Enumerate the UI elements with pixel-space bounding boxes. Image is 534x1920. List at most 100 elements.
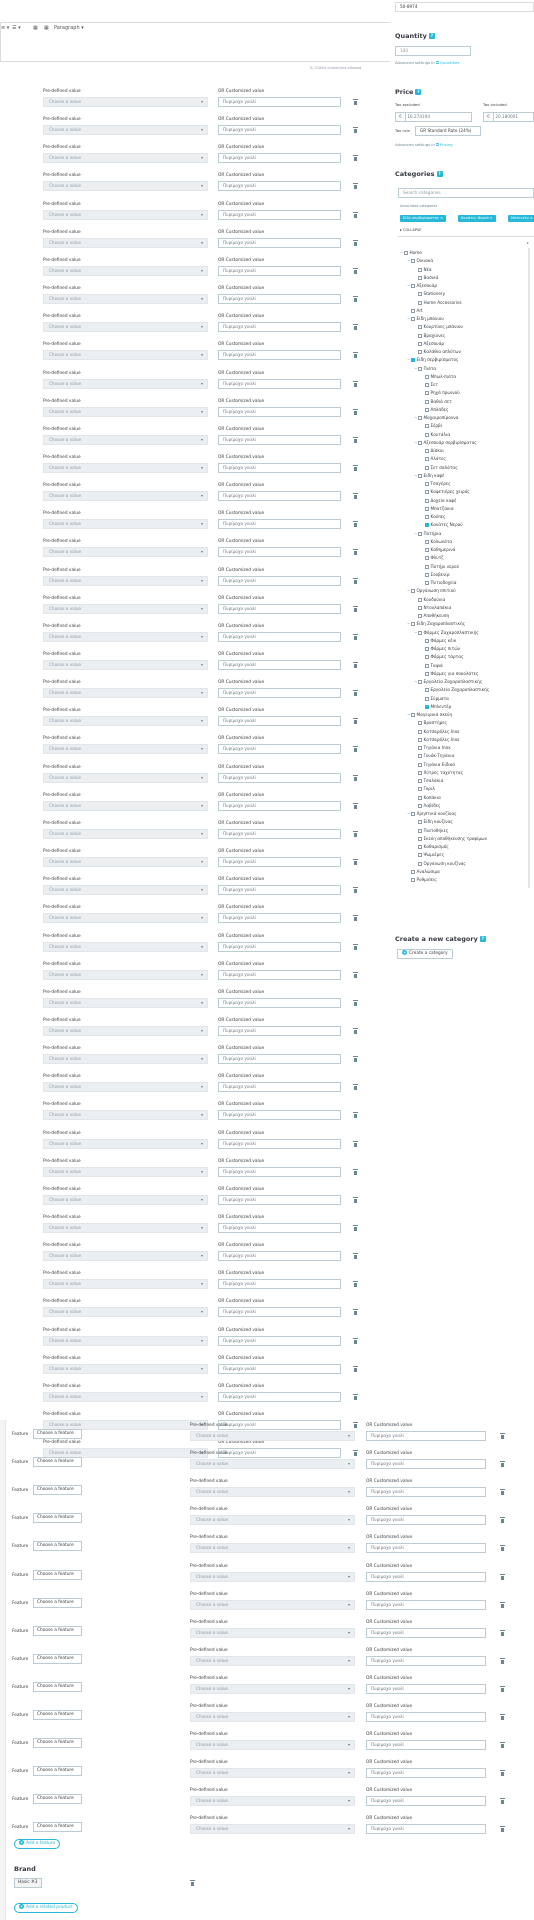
category-checkbox[interactable] [418,787,422,792]
predefined-value-select[interactable]: Choose a value ▾ [43,773,208,783]
category-checkbox[interactable] [425,498,429,503]
category-tree-item[interactable]: Καλάθια απλύτων [400,348,489,356]
predefined-value-select[interactable]: Choose a value ▾ [43,829,208,839]
category-checkbox[interactable] [425,383,429,387]
category-checkbox[interactable] [425,556,429,561]
category-tree-item[interactable]: − Πιάτα [400,365,489,373]
customized-value-input[interactable]: Πυρίμαχο γυαλί [218,1307,341,1317]
customized-value-input[interactable]: Πυρίμαχο γυαλί [218,1223,341,1233]
delete-feature-icon[interactable] [353,1225,358,1231]
category-checkbox[interactable] [411,713,415,717]
category-tree-item[interactable]: − Εργαλεία Ζαχαροπλαστικής [400,678,489,686]
category-checkbox[interactable] [418,341,422,346]
feature-select[interactable]: Choose a feature [33,1429,82,1439]
category-tree-item[interactable]: Κατσαρόλες Inox [400,728,489,736]
category-checkbox[interactable] [418,729,422,734]
quantities-link[interactable]: ⧉ Quantities [436,60,459,65]
category-checkbox[interactable] [418,828,422,833]
category-checkbox[interactable] [425,482,429,486]
category-tree-item[interactable]: Κατσαρόλες Inox [400,736,489,744]
predefined-value-select[interactable]: Choose a value ▾ [43,350,208,360]
price-tax-included-input[interactable]: € 20.180001 [483,112,534,122]
category-checkbox[interactable] [418,721,422,726]
category-tree-item[interactable]: Καθαρισμός [400,843,489,851]
price-tax-excluded-input[interactable]: € 16.274194 [395,112,472,122]
category-checkbox[interactable] [425,564,429,569]
category-checkbox[interactable] [425,663,429,668]
category-checkbox[interactable] [418,861,422,866]
delete-feature-icon[interactable] [353,690,358,696]
delete-feature-icon[interactable] [353,240,358,246]
category-checkbox[interactable] [418,416,422,420]
category-tree-item[interactable]: Φόρμες για σοκολάτες [400,670,489,678]
category-checkbox[interactable] [425,465,429,470]
category-checkbox[interactable] [425,696,429,701]
predefined-value-select[interactable]: Choose a value ▾ [190,1600,355,1610]
category-tree-item[interactable]: − Home [400,249,489,257]
predefined-value-select[interactable]: Choose a value ▾ [43,885,208,895]
category-checkbox[interactable] [425,506,429,511]
predefined-value-select[interactable]: Choose a value ▾ [190,1628,355,1638]
delete-feature-icon[interactable] [353,944,358,950]
feature-select[interactable]: Choose a feature [33,1485,82,1495]
customized-value-input[interactable]: Πυρίμαχο γυαλί [218,857,341,867]
category-checkbox[interactable] [411,358,415,363]
delete-feature-icon[interactable] [353,1253,358,1259]
customized-value-input[interactable]: Πυρίμαχο γυαλί [218,547,341,557]
customized-value-input[interactable]: Πυρίμαχο γυαλί [366,1515,486,1525]
category-checkbox[interactable] [418,333,422,338]
customized-value-input[interactable]: Πυρίμαχο γυαλί [218,660,341,670]
category-tree-item[interactable]: Home Accessories [400,299,489,307]
category-tree-item[interactable]: Τσαγέρες [400,480,489,488]
delete-feature-icon[interactable] [353,521,358,527]
category-tree-item[interactable]: Καφετιέρες χειρός [400,488,489,496]
customized-value-input[interactable]: Πυρίμαχο γυαλί [218,942,341,952]
category-checkbox[interactable] [418,680,422,684]
category-chip-3[interactable]: Μπλεντέρ × [508,215,534,222]
customized-value-input[interactable]: Πυρίμαχο γυαλί [218,716,341,726]
category-checkbox[interactable] [418,614,422,618]
category-tree-item[interactable]: Εργαλεία Ζαχαροπλαστικής [400,686,489,694]
predefined-value-select[interactable]: Choose a value ▾ [43,1307,208,1317]
category-checkbox[interactable] [418,350,422,354]
category-tree-item[interactable]: Πιατοθήκες [400,827,489,835]
delete-feature-icon[interactable] [353,268,358,274]
customized-value-input[interactable]: Πυρίμαχο γυαλί [218,632,341,642]
tree-scroll-indicator[interactable]: ▸ [527,240,529,245]
predefined-value-select[interactable]: Choose a value ▾ [190,1656,355,1666]
delete-feature-icon[interactable] [353,381,358,387]
category-tree-item[interactable]: Αλάτες [400,455,489,463]
customized-value-input[interactable]: Πυρίμαχο γυαλί [218,744,341,754]
category-tree-item[interactable]: Σουβενίρ [400,571,489,579]
customized-value-input[interactable]: Πυρίμαχο γυαλί [366,1768,486,1778]
category-tree-item[interactable]: Νέα [400,266,489,274]
predefined-value-select[interactable]: Choose a value ▾ [43,1392,208,1402]
feature-select[interactable]: Choose a feature [33,1570,82,1580]
feature-select[interactable]: Choose a feature [33,1457,82,1467]
feature-select[interactable]: Choose a feature [33,1513,82,1523]
customized-value-input[interactable]: Πυρίμαχο γυαλί [218,210,341,220]
category-tree-item[interactable]: Αναλώσιμα [400,868,489,876]
category-checkbox[interactable] [425,374,429,379]
delete-feature-icon[interactable] [353,1450,358,1456]
category-tree-item[interactable]: Τηγάνια Inox [400,744,489,752]
feature-select[interactable]: Choose a feature [33,1626,82,1636]
category-checkbox[interactable] [418,737,422,742]
predefined-value-select[interactable]: Choose a value ▾ [190,1824,355,1834]
customized-value-input[interactable]: Πυρίμαχο γυαλί [218,1392,341,1402]
delete-feature-icon[interactable] [353,1056,358,1062]
category-checkbox[interactable] [425,572,429,577]
delete-feature-icon[interactable] [353,1084,358,1090]
delete-feature-icon[interactable] [500,1798,505,1804]
category-tree-item[interactable]: Τσαλάκια [400,777,489,785]
category-tree-scrollbar[interactable] [528,248,530,888]
category-checkbox[interactable] [411,878,415,882]
customized-value-input[interactable]: Πυρίμαχο γυαλί [366,1656,486,1666]
customized-value-input[interactable]: Πυρίμαχο γυαλί [218,266,341,276]
predefined-value-select[interactable]: Choose a value ▾ [43,1279,208,1289]
category-checkbox[interactable] [404,251,408,255]
delete-feature-icon[interactable] [353,831,358,837]
category-checkbox[interactable] [425,515,429,519]
customized-value-input[interactable]: Πυρίμαχο γυαλί [218,970,341,980]
predefined-value-select[interactable]: Choose a value ▾ [43,660,208,670]
